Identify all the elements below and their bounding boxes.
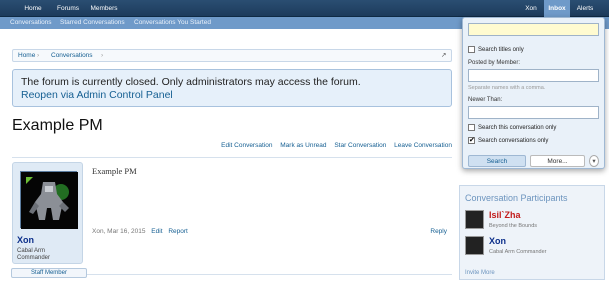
- online-indicator-icon: [26, 177, 33, 184]
- page-title: Example PM: [12, 117, 103, 134]
- breadcrumb-separator-icon: ›: [101, 52, 104, 59]
- checkbox-icon[interactable]: [468, 124, 475, 131]
- breadcrumb-home[interactable]: Home: [18, 50, 35, 61]
- message-body: Example PM: [92, 166, 137, 176]
- nav-user-link[interactable]: Xon: [518, 0, 544, 17]
- participant-title: Beyond the Bounds: [489, 223, 538, 229]
- participants-sidebar: Conversation Participants Isil`Zha Beyon…: [459, 185, 605, 280]
- subnav-started[interactable]: Conversations You Started: [134, 17, 211, 29]
- forum-closed-notice: The forum is currently closed. Only admi…: [12, 69, 452, 107]
- inbox-search-popup: Search titles only Posted by Member: Sep…: [462, 17, 605, 169]
- reopen-link[interactable]: Reopen via Admin Control Panel: [21, 89, 443, 102]
- participant-name[interactable]: Isil`Zha: [489, 210, 521, 220]
- newer-than-field[interactable]: [468, 106, 599, 119]
- subnav-conversations[interactable]: Conversations: [10, 17, 52, 29]
- message: Xon Cabal Arm Commander Staff Member Exa…: [11, 157, 452, 278]
- conversations-only-label: Search conversations only: [478, 137, 549, 144]
- participant-item: Isil`Zha Beyond the Bounds: [465, 210, 601, 232]
- participant-title: Cabal Arm Commander: [489, 249, 547, 255]
- nav-alerts-tab[interactable]: Alerts: [572, 0, 598, 17]
- reply-link[interactable]: Reply: [430, 228, 447, 235]
- leave-conversation-link[interactable]: Leave Conversation: [394, 142, 452, 149]
- report-message-link[interactable]: Report: [168, 228, 188, 235]
- user-title-line-2: Commander: [17, 255, 51, 261]
- this-conversation-checkbox[interactable]: Search this conversation only: [468, 124, 556, 131]
- avatar[interactable]: [20, 171, 78, 229]
- participant-avatar[interactable]: [465, 236, 484, 255]
- nav-tab-home[interactable]: Home: [14, 0, 52, 17]
- subnav-starred[interactable]: Starred Conversations: [60, 17, 125, 29]
- participant-item: Xon Cabal Arm Commander: [465, 236, 601, 258]
- separate-names-hint: Separate names with a comma.: [468, 85, 546, 91]
- notice-text: The forum is currently closed. Only admi…: [21, 76, 361, 88]
- breadcrumb-conversations[interactable]: Conversations: [51, 50, 93, 61]
- invite-more-link[interactable]: Invite More: [465, 270, 495, 276]
- nav-inbox-tab[interactable]: Inbox: [544, 0, 570, 17]
- checkbox-icon[interactable]: [468, 46, 475, 53]
- this-conversation-label: Search this conversation only: [478, 124, 557, 131]
- message-date[interactable]: Xon, Mar 16, 2015: [92, 228, 145, 235]
- search-button[interactable]: Search: [468, 155, 526, 167]
- breadcrumb-separator-icon: ›: [37, 52, 40, 59]
- titles-only-checkbox[interactable]: Search titles only: [468, 46, 524, 53]
- message-user-info: Xon Cabal Arm Commander Staff Member: [11, 162, 87, 278]
- conversations-only-checkbox[interactable]: ✔ Search conversations only: [468, 137, 548, 144]
- participant-name[interactable]: Xon: [489, 236, 506, 246]
- chevron-down-icon[interactable]: ▾: [589, 155, 599, 167]
- posted-by-member-field[interactable]: [468, 69, 599, 82]
- message-meta: Xon, Mar 16, 2015 Edit Report: [92, 228, 188, 235]
- more-options-button[interactable]: More...: [530, 155, 585, 167]
- star-conversation-link[interactable]: Star Conversation: [334, 142, 386, 149]
- user-title-line-1: Cabal Arm: [17, 248, 46, 254]
- mark-unread-link[interactable]: Mark as Unread: [280, 142, 326, 149]
- participant-avatar[interactable]: [465, 210, 484, 229]
- breadcrumb: Home › Conversations › ↗: [12, 49, 452, 62]
- edit-conversation-link[interactable]: Edit Conversation: [221, 142, 272, 149]
- conversation-actions: Edit Conversation Mark as Unread Star Co…: [215, 142, 452, 149]
- jump-menu-icon[interactable]: ↗: [441, 50, 446, 61]
- titles-only-label: Search titles only: [478, 46, 524, 53]
- staff-member-badge: Staff Member: [11, 268, 87, 278]
- newer-than-label: Newer Than:: [468, 97, 503, 103]
- user-title: Cabal Arm Commander: [17, 248, 50, 262]
- posted-by-label: Posted by Member:: [468, 60, 521, 66]
- edit-message-link[interactable]: Edit: [151, 228, 162, 235]
- participants-heading: Conversation Participants: [465, 193, 568, 203]
- search-input[interactable]: [468, 23, 599, 36]
- top-navbar: Home Forums Members Xon Inbox Alerts: [0, 0, 609, 17]
- nav-tab-members[interactable]: Members: [84, 0, 124, 17]
- nav-tab-forums[interactable]: Forums: [52, 0, 84, 17]
- message-author-name[interactable]: Xon: [17, 235, 34, 245]
- checkmark-icon[interactable]: ✔: [468, 137, 475, 144]
